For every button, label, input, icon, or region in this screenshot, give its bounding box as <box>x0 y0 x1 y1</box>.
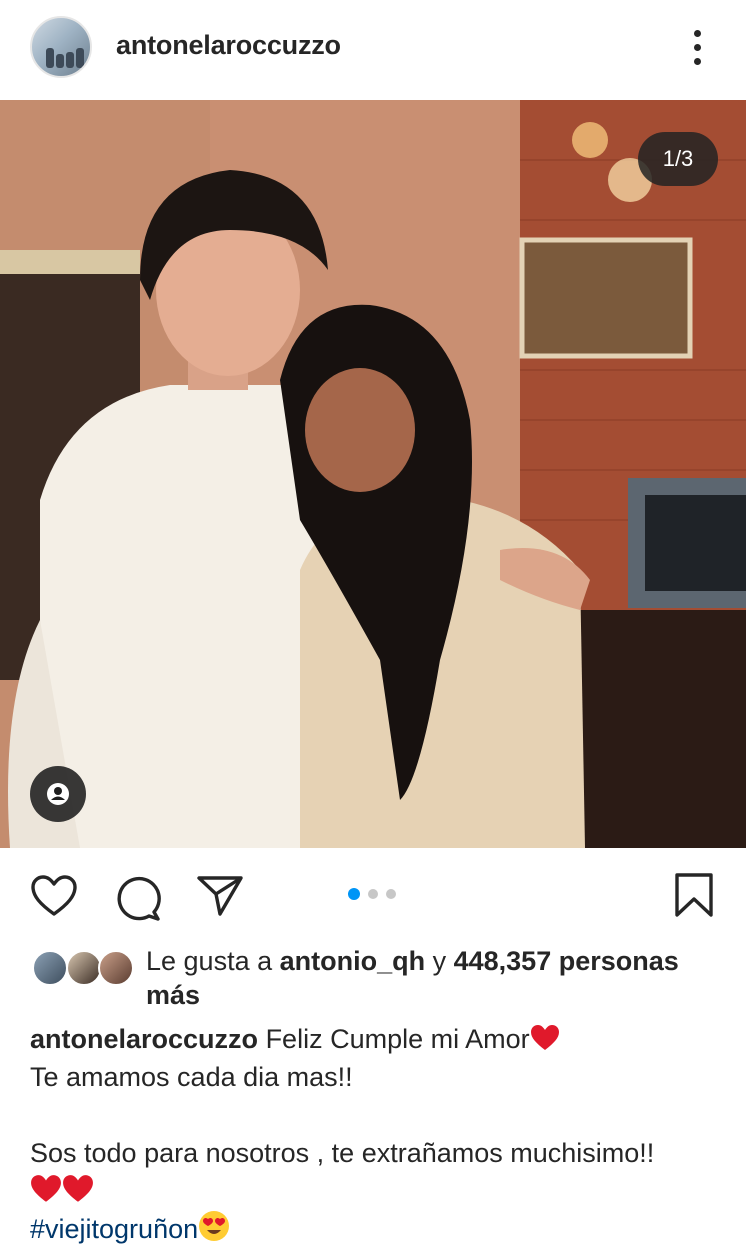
post-photo[interactable]: 1/3 <box>0 100 746 848</box>
likes-connector: y <box>425 946 454 976</box>
carousel-dot-active <box>348 888 360 900</box>
carousel-dot <box>386 889 396 899</box>
likes-prefix: Le gusta a <box>146 946 280 976</box>
caption-username[interactable]: antonelaroccuzzo <box>30 1024 258 1054</box>
likes-text[interactable]: Le gusta a antonio_qh y 448,357 personas… <box>146 944 726 1012</box>
hashtag-link[interactable]: #viejitogruñon <box>30 1214 198 1244</box>
liker-username[interactable]: antonio_qh <box>280 946 425 976</box>
caption-hearts <box>30 1172 720 1210</box>
share-icon[interactable] <box>196 874 244 918</box>
liker-avatar <box>66 950 102 986</box>
more-options-icon[interactable] <box>680 26 714 70</box>
like-icon[interactable] <box>30 874 78 918</box>
image-counter: 1/3 <box>638 132 718 186</box>
post-caption: antonelaroccuzzo Feliz Cumple mi Amor Te… <box>30 1020 720 1248</box>
photo-illustration <box>0 100 746 848</box>
save-icon[interactable] <box>674 872 714 918</box>
post-username[interactable]: antonelaroccuzzo <box>116 30 341 61</box>
carousel-dot <box>368 889 378 899</box>
heart-emoji-icon <box>530 1025 559 1050</box>
post-header: antonelaroccuzzo <box>0 0 746 100</box>
caption-first-line: antonelaroccuzzo Feliz Cumple mi Amor <box>30 1020 720 1058</box>
caption-hashtag-line: #viejitogruñon <box>30 1210 720 1248</box>
user-tag-icon[interactable] <box>30 766 86 822</box>
comment-icon[interactable] <box>114 874 162 922</box>
heart-eyes-emoji-icon <box>199 1211 230 1241</box>
heart-emoji-icon <box>31 1175 61 1202</box>
caption-line3: Sos todo para nosotros , te extrañamos m… <box>30 1138 655 1168</box>
caption-line1: Feliz Cumple mi Amor <box>265 1024 530 1054</box>
profile-avatar[interactable] <box>30 16 92 78</box>
liker-avatar <box>32 950 68 986</box>
liker-avatar <box>98 950 134 986</box>
heart-emoji-icon <box>63 1175 93 1202</box>
caption-line2: Te amamos cada dia mas!! <box>30 1062 353 1092</box>
